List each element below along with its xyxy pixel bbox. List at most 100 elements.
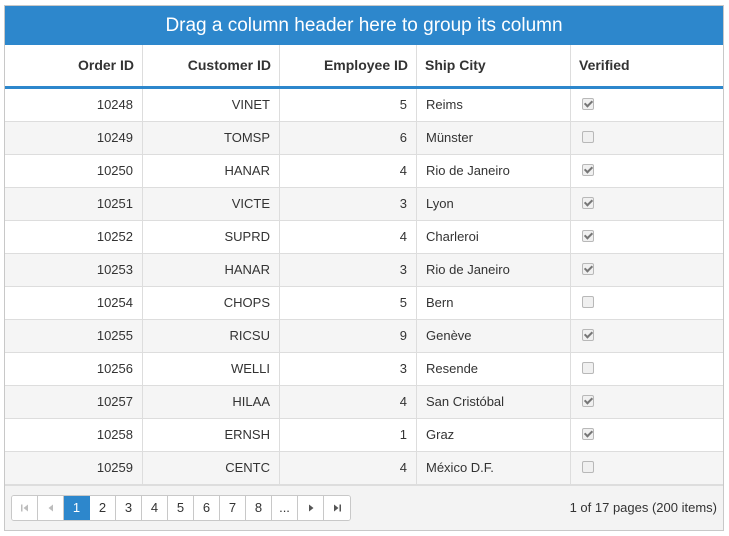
page-button-7[interactable]: 7 bbox=[220, 496, 246, 520]
verified-cell bbox=[571, 419, 723, 451]
page-button-4[interactable]: 4 bbox=[142, 496, 168, 520]
table-row[interactable]: 10256 WELLI 3 Resende bbox=[5, 353, 723, 386]
verified-cell bbox=[571, 287, 723, 319]
table-row[interactable]: 10258 ERNSH 1 Graz bbox=[5, 419, 723, 452]
verified-cell bbox=[571, 353, 723, 385]
group-drop-area[interactable]: Drag a column header here to group its c… bbox=[5, 6, 723, 45]
verified-cell bbox=[571, 452, 723, 484]
verified-checkbox[interactable] bbox=[582, 427, 594, 440]
more-pages-button[interactable]: ... bbox=[272, 496, 298, 520]
pager: 1 2 3 4 5 6 7 8 ... 1 of 17 pages (200 i… bbox=[5, 485, 723, 530]
ship-city-cell: Charleroi bbox=[417, 221, 571, 253]
table-row[interactable]: 10252 SUPRD 4 Charleroi bbox=[5, 221, 723, 254]
ship-city-cell: México D.F. bbox=[417, 452, 571, 484]
verified-checkbox[interactable] bbox=[582, 262, 594, 275]
ship-city-cell: Rio de Janeiro bbox=[417, 254, 571, 286]
verified-checkbox[interactable] bbox=[582, 361, 594, 374]
first-page-icon bbox=[12, 503, 37, 513]
ship-city-cell: Genève bbox=[417, 320, 571, 352]
column-header-customer-id[interactable]: Customer ID bbox=[143, 45, 280, 86]
ship-city-cell: Münster bbox=[417, 122, 571, 154]
customer-id-cell: RICSU bbox=[143, 320, 280, 352]
table-row[interactable]: 10254 CHOPS 5 Bern bbox=[5, 287, 723, 320]
verified-checkbox[interactable] bbox=[582, 328, 594, 341]
last-page-button[interactable] bbox=[324, 496, 350, 520]
verified-checkbox[interactable] bbox=[582, 460, 594, 473]
previous-page-button[interactable] bbox=[38, 496, 64, 520]
grid-header: Order ID Customer ID Employee ID Ship Ci… bbox=[5, 45, 723, 89]
verified-checkbox[interactable] bbox=[582, 394, 594, 407]
column-header-ship-city[interactable]: Ship City bbox=[417, 45, 571, 86]
customer-id-cell: HANAR bbox=[143, 155, 280, 187]
page-button-2[interactable]: 2 bbox=[90, 496, 116, 520]
verified-checkbox[interactable] bbox=[582, 97, 594, 110]
page-button-3[interactable]: 3 bbox=[116, 496, 142, 520]
employee-id-cell: 9 bbox=[280, 320, 417, 352]
column-header-employee-id[interactable]: Employee ID bbox=[280, 45, 417, 86]
page-button-6[interactable]: 6 bbox=[194, 496, 220, 520]
customer-id-cell: CENTC bbox=[143, 452, 280, 484]
order-id-cell: 10250 bbox=[5, 155, 143, 187]
order-id-cell: 10253 bbox=[5, 254, 143, 286]
first-page-button[interactable] bbox=[12, 496, 38, 520]
column-header-order-id[interactable]: Order ID bbox=[5, 45, 143, 86]
table-row[interactable]: 10253 HANAR 3 Rio de Janeiro bbox=[5, 254, 723, 287]
table-row[interactable]: 10257 HILAA 4 San Cristóbal bbox=[5, 386, 723, 419]
next-page-button[interactable] bbox=[298, 496, 324, 520]
order-id-cell: 10257 bbox=[5, 386, 143, 418]
verified-checkbox[interactable] bbox=[582, 196, 594, 209]
employee-id-cell: 3 bbox=[280, 254, 417, 286]
customer-id-cell: HANAR bbox=[143, 254, 280, 286]
customer-id-cell: WELLI bbox=[143, 353, 280, 385]
customer-id-cell: VICTE bbox=[143, 188, 280, 220]
ship-city-cell: Resende bbox=[417, 353, 571, 385]
order-id-cell: 10251 bbox=[5, 188, 143, 220]
verified-cell bbox=[571, 122, 723, 154]
order-id-cell: 10248 bbox=[5, 89, 143, 121]
employee-id-cell: 6 bbox=[280, 122, 417, 154]
table-row[interactable]: 10249 TOMSP 6 Münster bbox=[5, 122, 723, 155]
employee-id-cell: 1 bbox=[280, 419, 417, 451]
employee-id-cell: 3 bbox=[280, 188, 417, 220]
column-header-verified[interactable]: Verified bbox=[571, 45, 723, 86]
verified-checkbox[interactable] bbox=[582, 130, 594, 143]
table-row[interactable]: 10251 VICTE 3 Lyon bbox=[5, 188, 723, 221]
customer-id-cell: TOMSP bbox=[143, 122, 280, 154]
pager-buttons: 1 2 3 4 5 6 7 8 ... bbox=[11, 495, 351, 521]
customer-id-cell: CHOPS bbox=[143, 287, 280, 319]
table-row[interactable]: 10250 HANAR 4 Rio de Janeiro bbox=[5, 155, 723, 188]
employee-id-cell: 4 bbox=[280, 386, 417, 418]
order-id-cell: 10256 bbox=[5, 353, 143, 385]
table-row[interactable]: 10255 RICSU 9 Genève bbox=[5, 320, 723, 353]
customer-id-cell: VINET bbox=[143, 89, 280, 121]
order-id-cell: 10259 bbox=[5, 452, 143, 484]
verified-cell bbox=[571, 155, 723, 187]
order-id-cell: 10254 bbox=[5, 287, 143, 319]
employee-id-cell: 5 bbox=[280, 287, 417, 319]
table-row[interactable]: 10259 CENTC 4 México D.F. bbox=[5, 452, 723, 485]
ship-city-cell: Lyon bbox=[417, 188, 571, 220]
data-grid: Drag a column header here to group its c… bbox=[4, 5, 724, 531]
verified-checkbox[interactable] bbox=[582, 295, 594, 308]
customer-id-cell: SUPRD bbox=[143, 221, 280, 253]
ship-city-cell: Reims bbox=[417, 89, 571, 121]
last-page-icon bbox=[324, 503, 350, 513]
verified-cell bbox=[571, 320, 723, 352]
verified-cell bbox=[571, 89, 723, 121]
order-id-cell: 10252 bbox=[5, 221, 143, 253]
ship-city-cell: Bern bbox=[417, 287, 571, 319]
page-button-1[interactable]: 1 bbox=[64, 496, 90, 520]
ship-city-cell: Rio de Janeiro bbox=[417, 155, 571, 187]
page-button-5[interactable]: 5 bbox=[168, 496, 194, 520]
customer-id-cell: HILAA bbox=[143, 386, 280, 418]
verified-cell bbox=[571, 221, 723, 253]
table-row[interactable]: 10248 VINET 5 Reims bbox=[5, 89, 723, 122]
ship-city-cell: San Cristóbal bbox=[417, 386, 571, 418]
employee-id-cell: 5 bbox=[280, 89, 417, 121]
order-id-cell: 10249 bbox=[5, 122, 143, 154]
page-button-8[interactable]: 8 bbox=[246, 496, 272, 520]
order-id-cell: 10255 bbox=[5, 320, 143, 352]
verified-checkbox[interactable] bbox=[582, 229, 594, 242]
order-id-cell: 10258 bbox=[5, 419, 143, 451]
verified-checkbox[interactable] bbox=[582, 163, 594, 176]
